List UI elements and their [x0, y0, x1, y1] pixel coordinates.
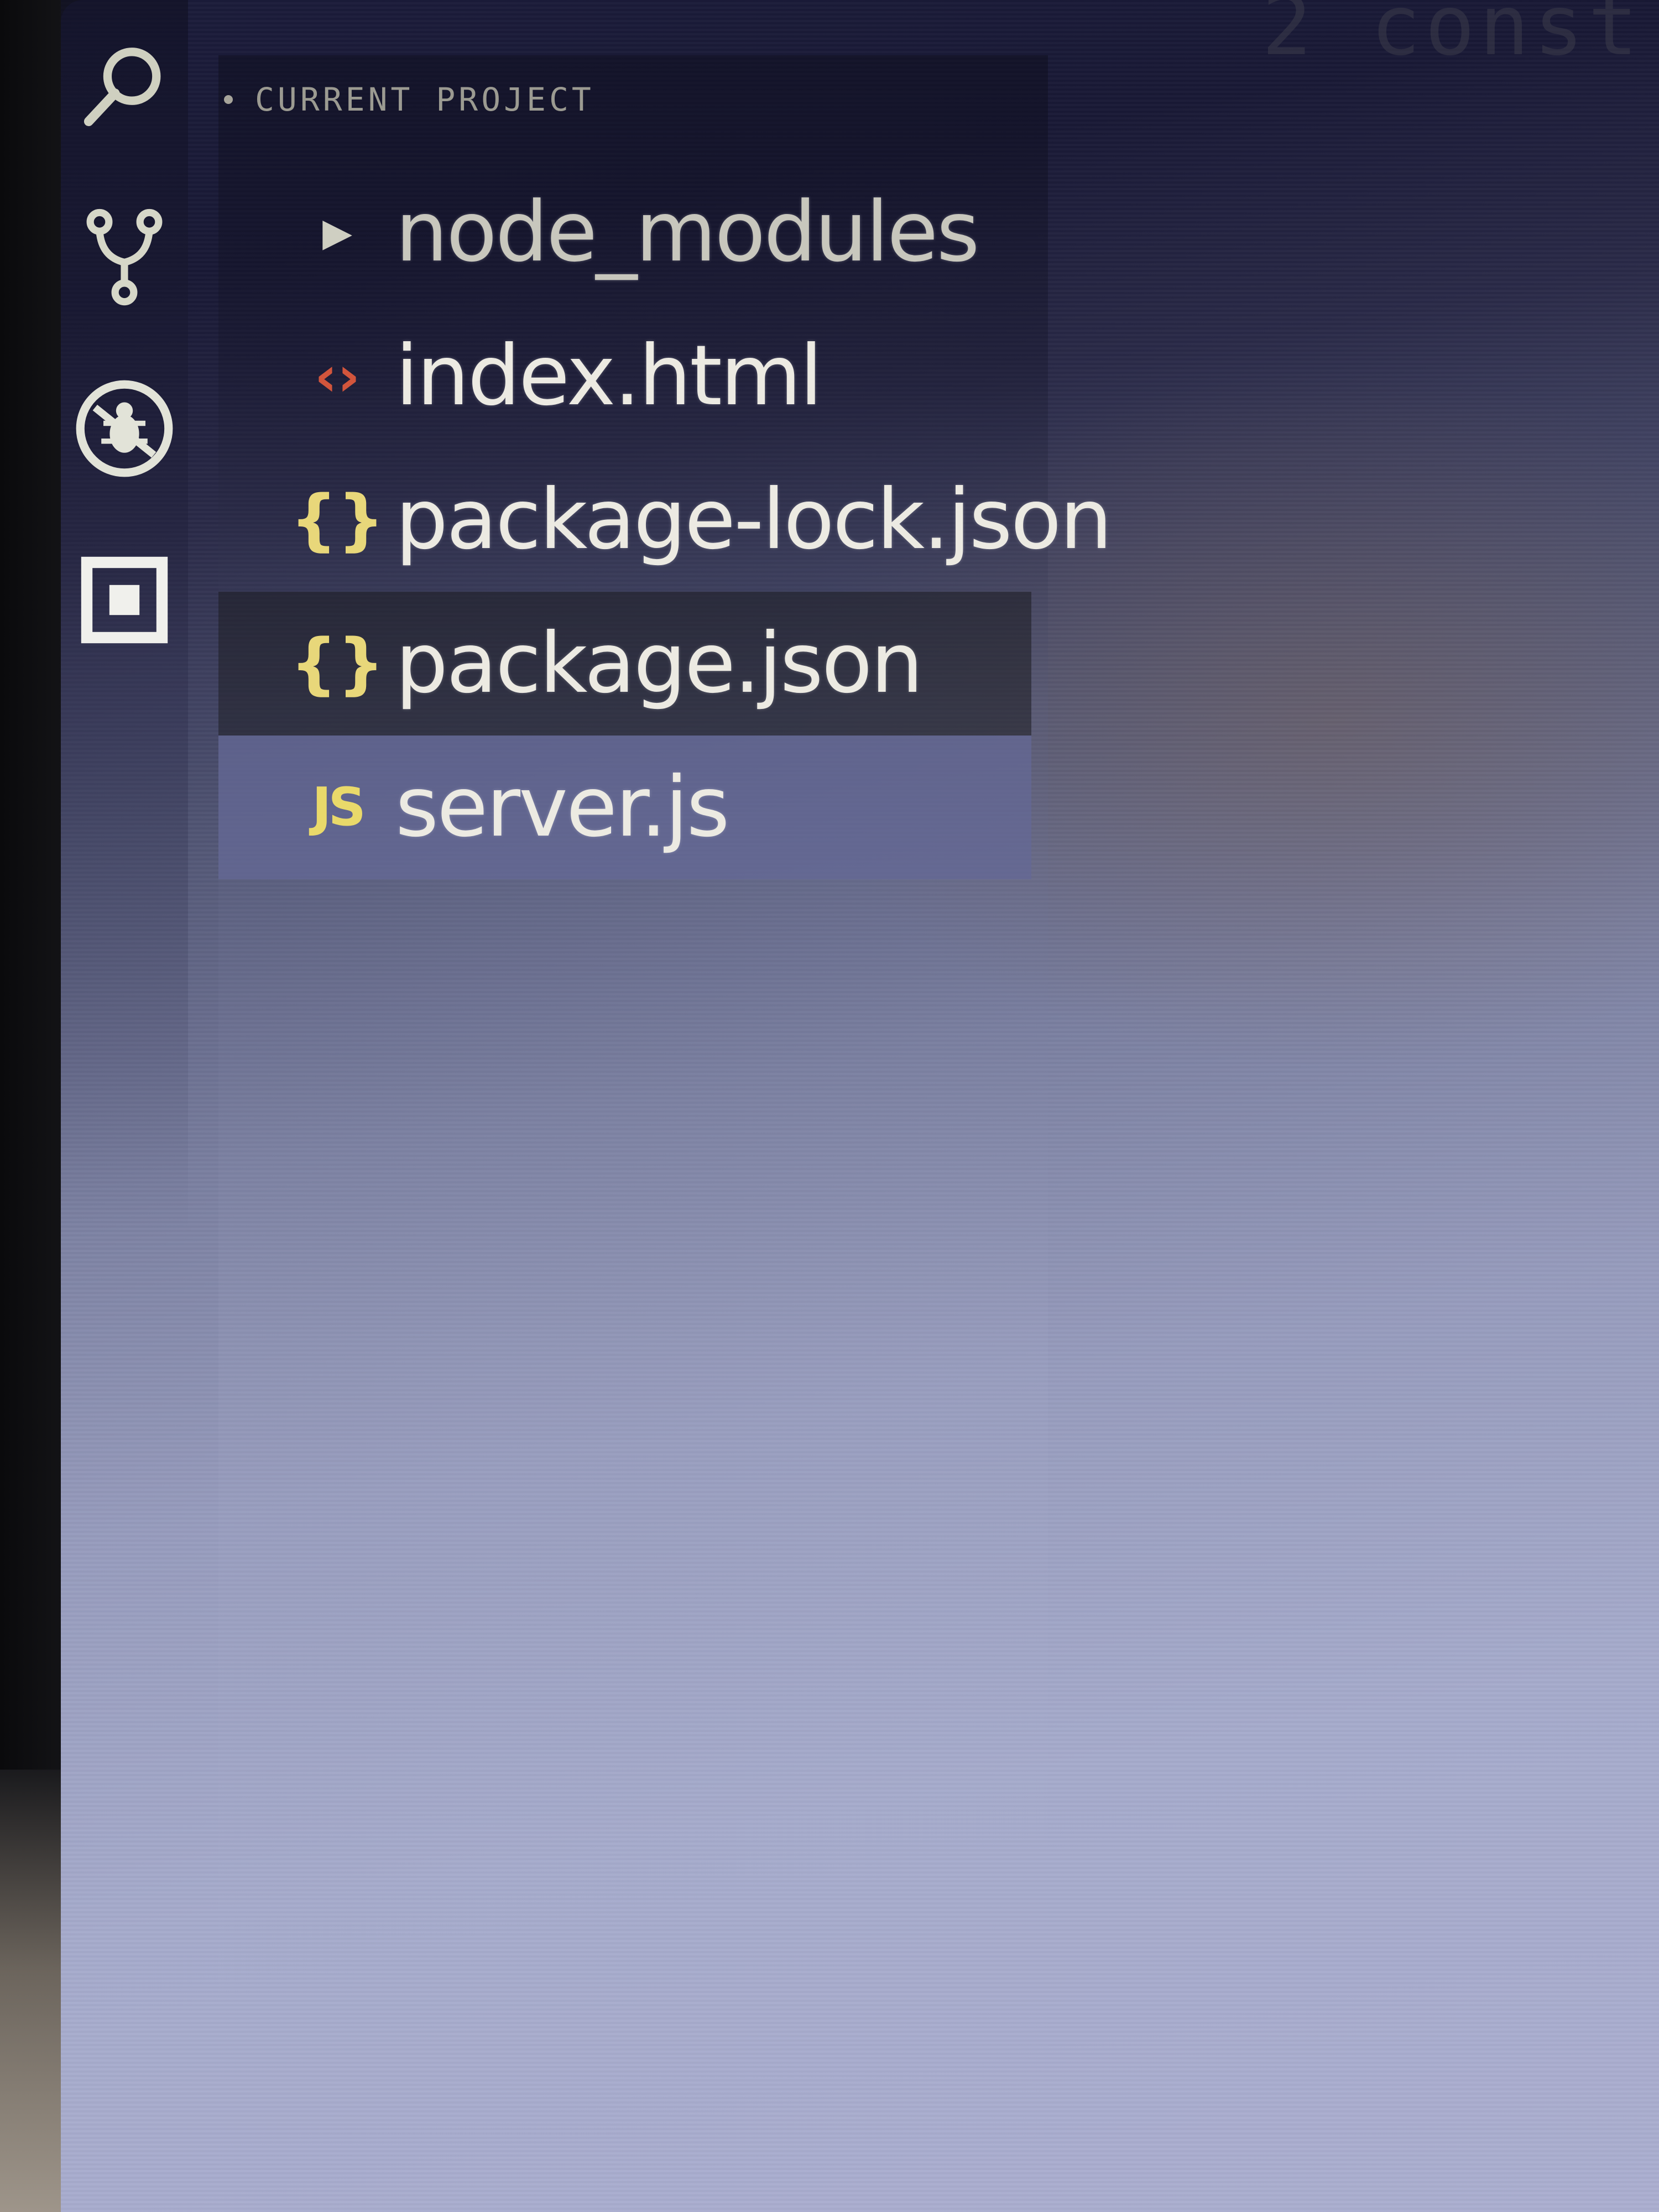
tree-item-package-lock-json[interactable]: {} package-lock.json — [218, 448, 1113, 592]
tree-item-label: package.json — [395, 615, 924, 712]
debug-icon[interactable] — [72, 376, 177, 481]
json-file-icon: {} — [290, 481, 385, 559]
extensions-icon[interactable] — [72, 547, 177, 653]
chevron-right-icon: ▶ — [322, 210, 352, 255]
search-icon[interactable] — [72, 33, 177, 138]
explorer-section-header[interactable]: CURRENT PROJECT — [224, 72, 594, 127]
file-tree: ▶ node_modules ‹› index.html {} package-… — [218, 160, 1113, 879]
tree-item-package-json[interactable]: {} package.json — [218, 592, 1031, 735]
tree-item-label: package-lock.json — [395, 472, 1113, 568]
activity-bar — [61, 0, 188, 2212]
tree-item-label: server.js — [395, 759, 730, 855]
source-control-icon[interactable] — [72, 205, 177, 310]
tree-item-node-modules[interactable]: ▶ node_modules — [218, 160, 1048, 304]
section-collapse-dot — [224, 95, 233, 104]
tree-item-label: node_modules — [395, 184, 980, 280]
editor-code-fragment: 2 const — [1261, 0, 1642, 74]
html-file-icon: ‹› — [314, 343, 361, 409]
json-file-icon: {} — [290, 625, 385, 702]
tree-item-label: index.html — [395, 328, 823, 424]
tree-item-server-js[interactable]: JS server.js — [218, 735, 1031, 879]
tree-item-index-html[interactable]: ‹› index.html — [218, 304, 1048, 448]
section-title: CURRENT PROJECT — [255, 81, 594, 118]
js-file-icon: JS — [312, 777, 366, 838]
